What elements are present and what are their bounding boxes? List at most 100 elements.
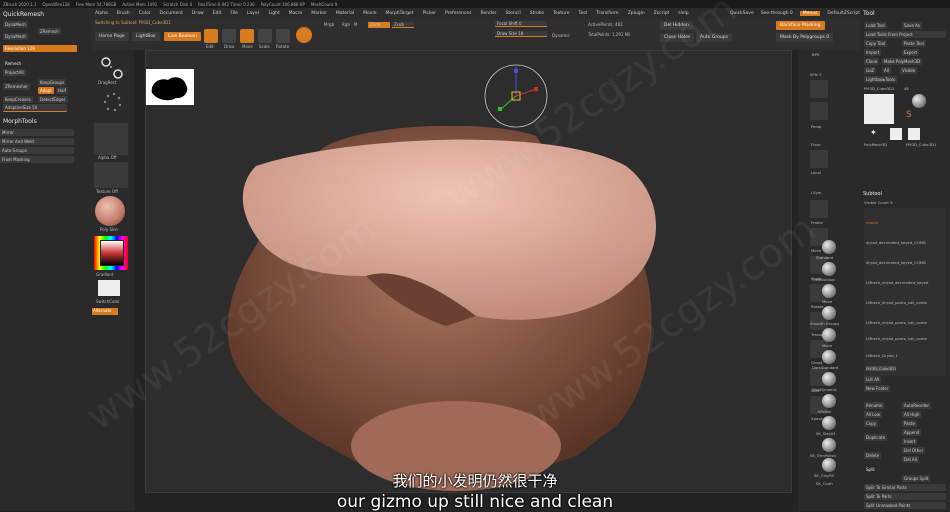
subtool-item[interactable]: mouth <box>866 220 878 225</box>
menu-item[interactable]: Marker <box>311 11 327 16</box>
rename-button[interactable]: Rename <box>864 402 885 409</box>
menu-item[interactable]: Draw <box>192 11 204 16</box>
local-button[interactable]: Local <box>811 170 821 175</box>
menu-item[interactable]: Brush <box>117 11 130 16</box>
simple-brush-icon[interactable]: S <box>906 110 912 120</box>
auto-reorder-button[interactable]: AutoReorder <box>902 402 932 409</box>
spix-slider[interactable]: SPix 3 <box>810 72 822 77</box>
visible-button[interactable]: Visible <box>900 67 918 74</box>
brush-slash-icon[interactable] <box>822 416 836 430</box>
mrgb-button[interactable]: Mrgb <box>324 22 334 27</box>
m-button[interactable]: M <box>354 22 357 27</box>
menu-item[interactable]: Stroke <box>530 11 544 16</box>
delete-button[interactable]: Delete <box>864 452 882 459</box>
paste-tool-button[interactable]: Paste Tool <box>902 40 926 47</box>
del-other-button[interactable]: Del Other <box>902 447 926 454</box>
color-square[interactable] <box>100 240 124 266</box>
subtool-item[interactable]: dryad_decimated_keyed_COMB <box>866 240 926 245</box>
pm3d-cube-thumbnail[interactable] <box>890 128 902 140</box>
del-all-button[interactable]: Del All <box>902 456 919 463</box>
menu-item[interactable]: Light <box>268 11 279 16</box>
persp-button[interactable]: Persp <box>811 124 821 129</box>
new-folder-button[interactable]: New Folder <box>864 385 891 392</box>
duplicate-button[interactable]: Duplicate <box>864 434 888 441</box>
brush-smoothgroups-icon[interactable] <box>822 306 836 320</box>
menu-item[interactable]: Preferences <box>445 11 471 16</box>
menus-button[interactable]: Menus <box>799 11 821 16</box>
save-as-button[interactable]: Save As <box>902 22 922 29</box>
subtool-item[interactable]: Ulfbeck_dryad_panto_sdk_comb <box>866 300 927 305</box>
load-tool-button[interactable]: Load Tool <box>864 22 887 29</box>
paste-button[interactable]: Paste <box>902 420 917 427</box>
dynamic-button[interactable]: Dynamic <box>552 33 570 38</box>
scale-icon[interactable] <box>258 29 272 43</box>
bpr-button[interactable]: BPR <box>812 52 820 57</box>
copy-button[interactable]: Copy <box>864 420 879 427</box>
lightbox-button[interactable]: LightBox <box>132 32 160 41</box>
brush-trimdynamic-icon[interactable] <box>822 372 836 386</box>
adaptive-size-slider[interactable]: AdaptiveSize 50 <box>3 104 67 112</box>
secondary-color-swatch[interactable] <box>98 280 120 296</box>
dynamesh-button[interactable]: DynaMesh <box>3 33 28 40</box>
morphtools-title[interactable]: MorphTools <box>3 118 37 125</box>
export-button[interactable]: Export <box>902 49 920 56</box>
polymesh-star-icon[interactable]: ✦ <box>870 128 877 137</box>
menu-item[interactable]: File <box>230 11 238 16</box>
append-button[interactable]: Append <box>902 429 922 436</box>
menu-item[interactable]: Macro <box>289 11 303 16</box>
brush-move2-icon[interactable] <box>822 328 836 342</box>
zadd-toggle[interactable]: Zadd <box>368 22 390 28</box>
brush-damstandard-icon[interactable] <box>822 350 836 364</box>
menu-item[interactable]: Tool <box>579 11 588 16</box>
menu-item[interactable]: Zscript <box>654 11 670 16</box>
texture-thumbnail[interactable] <box>94 162 128 188</box>
floor-button[interactable]: Floor <box>811 142 820 147</box>
menu-item[interactable]: Transform <box>596 11 618 16</box>
subtool-title[interactable]: Subtool <box>863 191 882 197</box>
keep-creases-toggle[interactable]: KeepCreases <box>3 96 33 103</box>
brush-claybuildup-icon[interactable] <box>822 262 836 276</box>
zoom-icon[interactable] <box>810 102 828 120</box>
material-sphere[interactable] <box>95 196 125 226</box>
make-polymesh-button[interactable]: Make PolyMesh3D <box>882 58 923 65</box>
color-picker[interactable] <box>94 236 128 270</box>
move-icon[interactable] <box>240 29 254 43</box>
viewport-canvas[interactable]: P:0218 <box>145 50 792 493</box>
default-zscript-button[interactable]: DefaultZScript <box>827 11 860 16</box>
navigation-thumbnail[interactable] <box>146 69 194 105</box>
half-button[interactable]: Half <box>56 87 68 94</box>
see-through-slider[interactable]: See-through 0 <box>761 11 793 16</box>
gizmo-toggle-icon[interactable] <box>296 27 312 43</box>
keep-groups-toggle[interactable]: KeepGroups <box>38 79 67 86</box>
switch-color-button[interactable]: SwitchColor <box>96 299 120 304</box>
menu-item[interactable]: Layer <box>247 11 260 16</box>
menu-item[interactable]: Zplugin <box>628 11 645 16</box>
menu-item[interactable]: Document <box>160 11 183 16</box>
rgb-button[interactable]: Rgb <box>342 22 350 27</box>
lightbox-tools-button[interactable]: Lightbox▸Tools <box>864 76 898 83</box>
from-masking-button[interactable]: From Masking <box>0 156 74 163</box>
menu-item[interactable]: Picker <box>423 11 436 16</box>
sphere-brush-thumbnail[interactable] <box>912 94 926 108</box>
insert-button[interactable]: Insert <box>902 438 918 445</box>
subtool-item-active[interactable]: PM3D_Cube3D1 <box>866 366 897 371</box>
load-tools-from-project-button[interactable]: Load Tools From Project <box>864 31 946 38</box>
edit-icon[interactable] <box>204 29 218 43</box>
scroll-icon[interactable] <box>810 80 828 98</box>
frame-button[interactable]: Frame <box>811 220 823 225</box>
backface-masking-toggle[interactable]: Backface Masking <box>776 21 825 30</box>
all-low-button[interactable]: All Low <box>864 411 883 418</box>
alternate-button[interactable]: Alternate <box>92 308 118 315</box>
zremesh-button[interactable]: ZRemesh <box>38 28 61 35</box>
all-high-button[interactable]: All High <box>902 411 922 418</box>
menu-item[interactable]: Color <box>139 11 151 16</box>
draw-size-slider[interactable]: Draw Size 18 <box>495 31 547 37</box>
subtool-item[interactable]: dryad_decimated_keyed_COMB <box>866 260 926 265</box>
menu-item[interactable]: MorphTarget <box>385 11 413 16</box>
live-boolean-button[interactable]: Live Boolean <box>164 32 201 41</box>
resolution-slider[interactable]: Resolution 128 <box>3 45 77 52</box>
rotate-icon[interactable] <box>276 29 290 43</box>
current-tool-thumbnail[interactable] <box>864 94 894 124</box>
mask-by-polygroups-slider[interactable]: Mask By Polygroups 0 <box>776 33 834 42</box>
subtool-item[interactable]: Ulfbeck_dryad_panto_sdk_comb <box>866 320 927 325</box>
